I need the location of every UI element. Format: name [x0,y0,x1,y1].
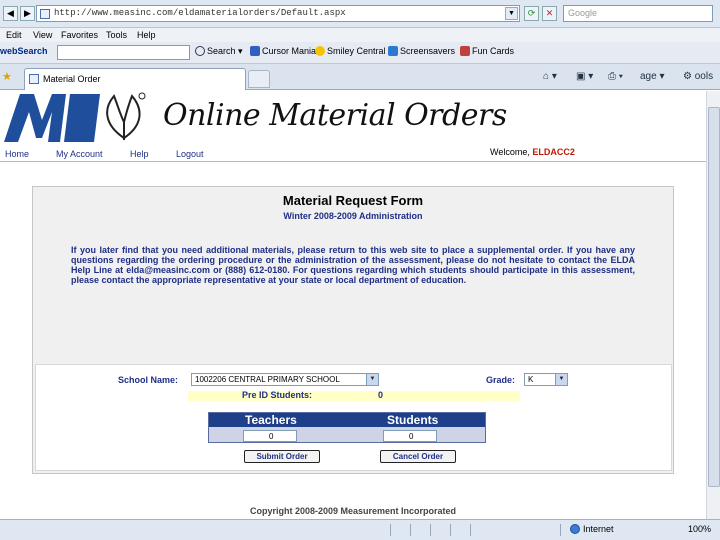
status-divider [560,524,561,536]
chevron-down-icon: ▼ [555,374,567,385]
teachers-value: 0 [268,432,274,441]
welcome-label: Welcome, [490,147,530,157]
toolbar-screensavers[interactable]: Screensavers [388,46,455,56]
page-icon [29,74,39,84]
tab-title: Material Order [43,74,101,84]
status-zone-label: Internet [583,524,614,534]
back-button[interactable]: ◀ [3,6,18,21]
toolbar-fun-cards[interactable]: Fun Cards [460,46,514,56]
vertical-scrollbar[interactable] [706,91,720,519]
counts-table-header: Teachers Students [209,413,485,427]
status-divider [470,524,471,536]
grade-select[interactable]: K ▼ [524,373,568,386]
status-divider [390,524,391,536]
tab-bar: ★ Material Order ⌂ ▾ ▣ ▾ ⎙ ▾ age ▾ ⚙ ool… [0,64,720,90]
school-name-value: 1002206 CENTRAL PRIMARY SCHOOL [195,375,340,384]
monitor-icon [388,46,398,56]
order-panel: School Name: 1002206 CENTRAL PRIMARY SCH… [35,364,672,471]
cursor-icon [250,46,260,56]
menu-help[interactable]: Help [137,30,156,40]
form-instructions: If you later find that you need addition… [71,245,635,285]
search-placeholder: Google [568,8,598,18]
nav-help-link[interactable]: Help [130,149,149,159]
refresh-button[interactable]: ⟳ [524,6,539,21]
menu-edit[interactable]: Edit [6,30,22,40]
toolbar-search-label: Search [207,46,236,56]
pre-id-label: Pre ID Students: [242,390,313,400]
teachers-header: Teachers [245,413,297,427]
students-header: Students [387,413,439,427]
menu-bar: Edit View Favorites Tools Help [0,28,720,42]
form-subtitle: Winter 2008-2009 Administration [283,211,423,221]
magnifier-icon [195,46,205,56]
status-divider [450,524,451,536]
search-input[interactable]: Google [563,5,713,22]
address-bar-row: ◀ ▶ http://www.measinc.com/eldamaterialo… [0,0,720,28]
chevron-down-icon[interactable]: ▼ [505,7,518,20]
status-divider [410,524,411,536]
toolbar-brand: webSearch [0,46,48,56]
tools-menu-label: ools [694,71,714,82]
cancel-order-button[interactable]: Cancel Order [380,450,456,463]
new-tab-button[interactable] [248,70,270,88]
header-divider [0,161,720,162]
toolbar: webSearch Search ▾ Cursor Mania Smiley C… [0,42,720,64]
card-icon [460,46,470,56]
toolbar-fun-cards-label: Fun Cards [472,46,515,56]
menu-view[interactable]: View [33,30,52,40]
favorites-star-icon[interactable]: ★ [2,70,12,83]
toolbar-cursor-mania[interactable]: Cursor Mania [250,46,316,56]
smiley-icon [315,46,325,56]
menu-tools[interactable]: Tools [106,30,127,40]
students-input[interactable]: 0 [383,430,437,442]
grade-value: K [528,375,534,384]
students-value: 0 [408,432,414,441]
toolbar-smiley-central-label: Smiley Central [327,46,386,56]
school-name-select[interactable]: 1002206 CENTRAL PRIMARY SCHOOL ▼ [191,373,379,386]
welcome-user: ELDACC2 [532,147,575,157]
tools-gear-icon[interactable]: ⚙ ools [683,71,713,82]
material-request-form: Material Request Form Winter 2008-2009 A… [32,186,674,474]
welcome-message: Welcome, ELDACC2 [490,147,575,157]
pre-id-row: Pre ID Students: 0 [188,390,520,401]
menu-favorites[interactable]: Favorites [61,30,98,40]
school-name-label: School Name: [118,375,179,385]
submit-order-button[interactable]: Submit Order [244,450,320,463]
page-menu[interactable]: age ▾ [640,71,665,82]
status-zone: Internet [570,524,614,534]
form-title: Material Request Form [282,193,424,208]
nav-home-link[interactable]: Home [5,149,29,159]
nav-my-account-link[interactable]: My Account [56,149,103,159]
mi-logo [2,92,152,146]
status-zoom[interactable]: 100% [688,524,711,534]
feeds-icon[interactable]: ▣ ▾ [576,71,593,82]
pre-id-value: 0 [378,390,384,400]
chevron-down-icon: ▼ [366,374,378,385]
tab-material-order[interactable]: Material Order [24,68,246,90]
footer-copyright: Copyright 2008-2009 Measurement Incorpor… [249,506,457,516]
home-icon[interactable]: ⌂ ▾ [543,71,557,82]
globe-icon [570,524,580,534]
counts-table: Teachers Students 0 0 [208,412,486,443]
toolbar-search-button[interactable]: Search ▾ [195,46,243,57]
forward-button[interactable]: ▶ [20,6,35,21]
grade-label: Grade: [486,375,516,385]
teachers-input[interactable]: 0 [243,430,297,442]
toolbar-cursor-mania-label: Cursor Mania [262,46,317,56]
print-icon[interactable]: ⎙ ▾ [608,71,623,82]
nav-logout-link[interactable]: Logout [176,149,204,159]
page-icon [40,9,50,19]
address-url: http://www.measinc.com/eldamaterialorder… [54,8,346,18]
address-input[interactable]: http://www.measinc.com/eldamaterialorder… [36,5,520,22]
status-bar: Internet 100% [0,519,720,540]
toolbar-smiley-central[interactable]: Smiley Central [315,46,386,56]
page-menu-label: age [640,71,657,82]
stop-button[interactable]: ✕ [542,6,557,21]
site-title: Online Material Orders [163,98,507,133]
status-divider [430,524,431,536]
toolbar-search-input[interactable] [57,45,190,60]
toolbar-screensavers-label: Screensavers [400,46,456,56]
scrollbar-thumb[interactable] [708,107,720,487]
